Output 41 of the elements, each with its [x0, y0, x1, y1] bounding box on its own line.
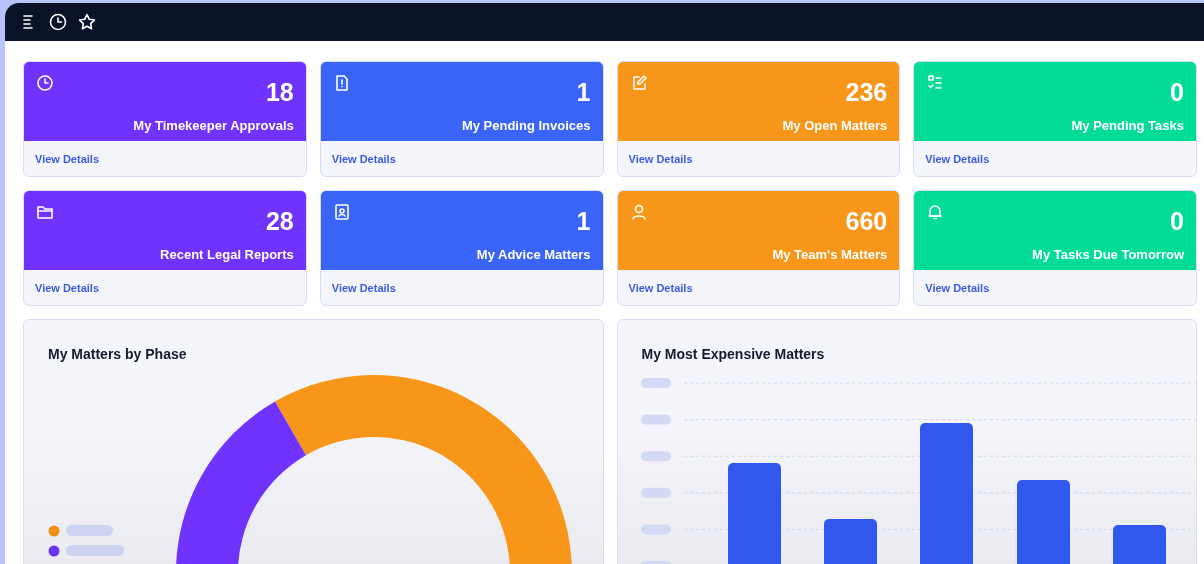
card-label: My Tasks Due Tomorrow [1032, 247, 1184, 262]
folder-icon [36, 203, 54, 221]
axis-label-placeholder [640, 378, 671, 388]
card-label: My Timekeeper Approvals [133, 118, 294, 133]
card-label: My Pending Tasks [1071, 118, 1184, 133]
card-label: My Pending Invoices [461, 118, 591, 133]
view-details-link[interactable]: View Details [628, 281, 693, 294]
card-label: My Advice Matters [476, 247, 591, 262]
card-label: My Open Matters [782, 118, 888, 133]
chart-bar [1112, 525, 1166, 564]
axis-label-placeholder [640, 487, 671, 498]
view-details-link[interactable]: View Details [35, 152, 99, 165]
axis-label-placeholder [640, 451, 671, 462]
view-details-link[interactable]: View Details [35, 281, 99, 294]
count-value: 660 [845, 206, 888, 237]
star-icon[interactable] [77, 12, 97, 32]
count-value: 236 [845, 77, 888, 108]
contact-document-icon [332, 203, 351, 221]
axis-label-placeholder [640, 524, 671, 535]
checklist-icon [926, 74, 945, 92]
chart-bar [823, 519, 877, 564]
view-details-link[interactable]: View Details [331, 152, 396, 165]
view-details-link[interactable]: View Details [628, 152, 693, 165]
card-label: Recent Legal Reports [160, 247, 294, 262]
count-value: 0 [1170, 77, 1184, 108]
clock-icon [36, 74, 54, 92]
count-value: 0 [1170, 206, 1184, 237]
history-icon[interactable] [48, 12, 68, 32]
view-details-link[interactable]: View Details [925, 281, 990, 294]
count-value: 28 [265, 206, 294, 237]
count-value: 1 [576, 206, 591, 237]
bell-icon [926, 203, 945, 221]
view-details-link[interactable]: View Details [925, 152, 990, 165]
count-value: 1 [576, 77, 591, 108]
view-details-link[interactable]: View Details [331, 281, 396, 294]
user-icon [629, 203, 648, 221]
panel-title: My Matters by Phase [47, 345, 188, 364]
card-label: My Team's Matters [772, 247, 888, 262]
count-value: 18 [265, 77, 294, 108]
axis-label-placeholder [640, 414, 671, 425]
panel-title: My Most Expensive Matters [640, 345, 826, 364]
